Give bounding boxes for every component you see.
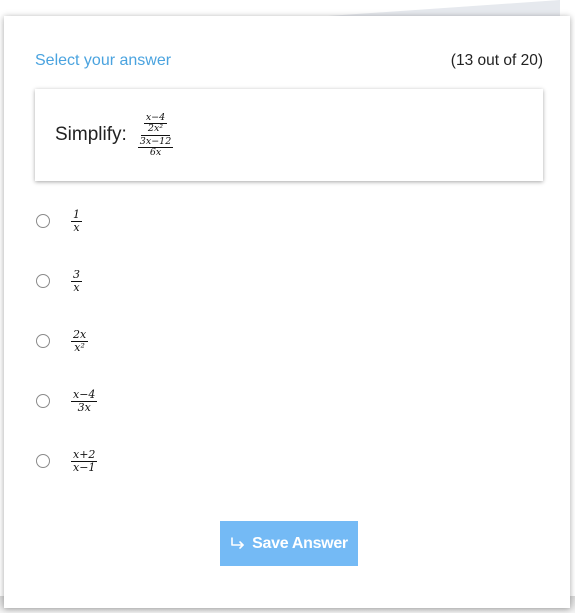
option-denominator: x−1 [73, 460, 96, 474]
option-fraction: x+2 x−1 [71, 447, 98, 474]
option-denominator: 3x [77, 400, 91, 414]
option-fraction: 2x x² [71, 327, 89, 354]
expression-numerator-top: x−4 [143, 111, 168, 124]
enter-arrow-icon [231, 536, 244, 549]
option-numerator: 2x [71, 327, 89, 342]
radio-button[interactable] [36, 214, 50, 228]
question-prompt: Simplify: [55, 124, 127, 145]
expression-numerator-bottom: 2x² [147, 122, 164, 134]
option-numerator: x+2 [71, 447, 98, 462]
answer-option-3[interactable]: 2x x² [35, 326, 97, 356]
answer-option-4[interactable]: x−4 3x [35, 386, 98, 416]
radio-button[interactable] [36, 274, 50, 288]
expression-numerator: x−4 2x² [140, 111, 171, 136]
radio-button[interactable] [36, 454, 50, 468]
option-numerator: x−4 [71, 387, 98, 402]
save-answer-button[interactable]: Save Answer [220, 521, 358, 566]
answer-option-1[interactable]: 1 x [35, 206, 97, 236]
answer-option-2[interactable]: 3 x [35, 266, 97, 296]
option-denominator: x² [74, 340, 85, 354]
expression-denominator-bottom: 6x [149, 146, 162, 158]
save-answer-label: Save Answer [252, 534, 348, 552]
option-denominator: x [73, 220, 80, 234]
question-progress: (13 out of 20) [450, 52, 543, 69]
answer-options: 1 x 3 x 2x x² x−4 3x x+2 x−1 [35, 206, 98, 506]
option-denominator: x [73, 280, 80, 294]
expression-denominator: 3x−12 6x [135, 136, 176, 158]
expression-denominator-top: 3x−12 [137, 135, 174, 148]
question-expression: x−4 2x² 3x−12 6x [135, 111, 176, 158]
option-fraction: x−4 3x [71, 387, 98, 414]
question-box: Simplify: x−4 2x² 3x−12 6x [35, 89, 543, 181]
answer-option-5[interactable]: x+2 x−1 [35, 446, 98, 476]
radio-button[interactable] [36, 334, 50, 348]
option-fraction: 1 x [71, 207, 82, 234]
option-numerator: 3 [71, 267, 82, 282]
quiz-header: Select your answer (13 out of 20) [35, 52, 543, 70]
option-numerator: 1 [71, 207, 82, 222]
radio-button[interactable] [36, 394, 50, 408]
option-fraction: 3 x [71, 267, 82, 294]
header-title: Select your answer [35, 52, 172, 69]
quiz-card: Select your answer (13 out of 20) Simpli… [4, 16, 570, 608]
